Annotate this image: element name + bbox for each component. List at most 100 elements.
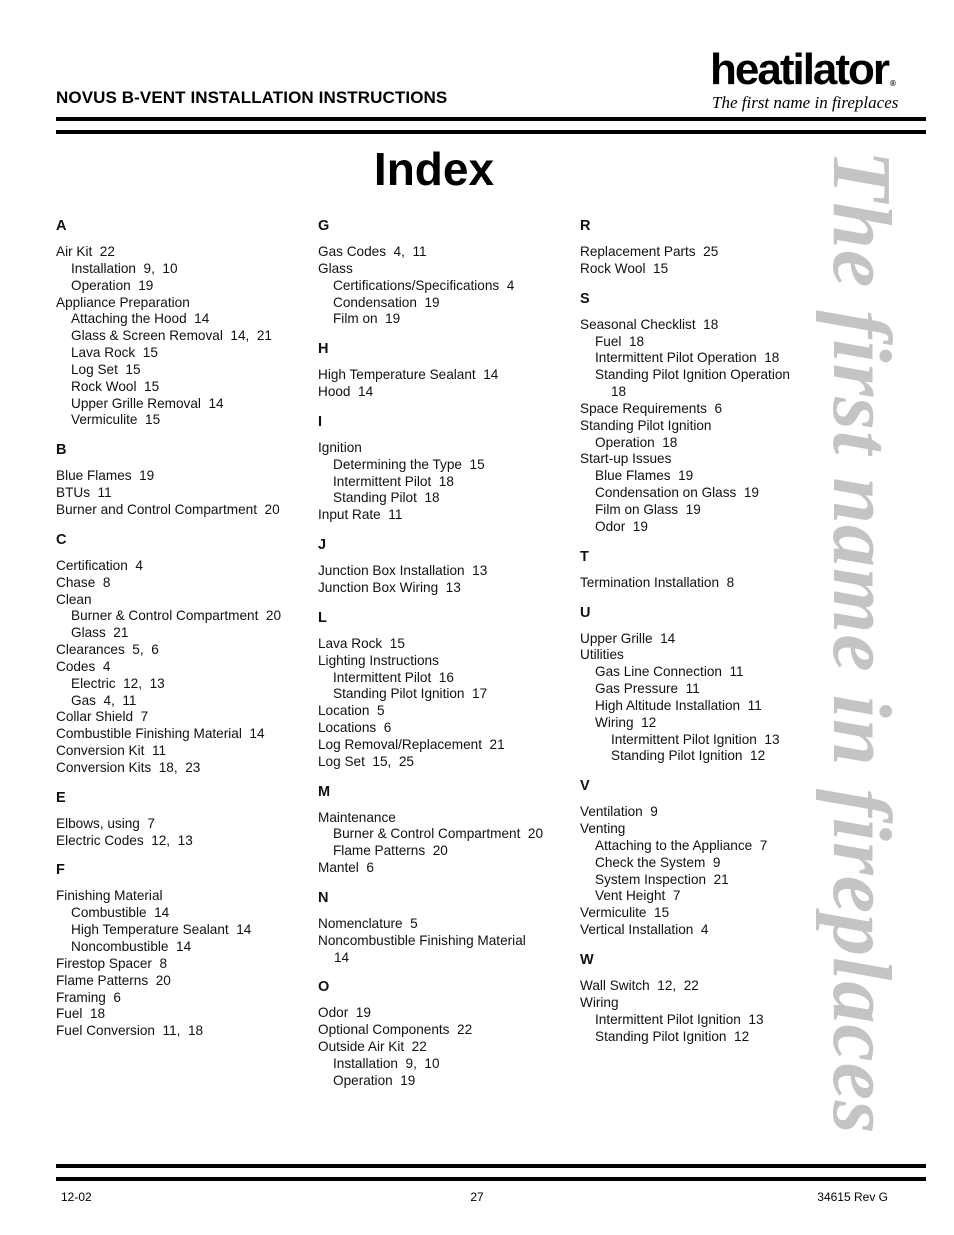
section-letter: R: [580, 218, 591, 234]
entry-text: Locations 6: [318, 720, 392, 736]
entry-text: Input Rate 11: [318, 507, 403, 523]
index-section-i: I Ignition Determining the Type 15 Intermit…: [318, 412, 573, 524]
entry-text: Intermittent Pilot 18: [333, 473, 454, 489]
index-subentry: High Altitude Installation 11: [580, 698, 800, 715]
entry-text: Replacement Parts 25: [580, 244, 719, 259]
entry-text: Determining the Type 15: [333, 456, 485, 472]
index-subentry: Operation 18: [580, 435, 800, 452]
doc-title: NOVUS B-VENT INSTALLATION INSTRUCTIONS: [56, 88, 448, 107]
entry-text: Wiring 12: [595, 714, 657, 730]
entry-text: Collar Shield 7: [56, 709, 149, 725]
entry-text: Log Removal/Replacement 21: [318, 736, 505, 752]
entry-text: Standing Pilot Ignition 12: [611, 748, 766, 764]
entry-text: Film on 19: [333, 311, 401, 327]
entry-text: Lava Rock 15: [71, 345, 158, 361]
index-entry: Wiring: [580, 995, 800, 1012]
registered-mark: ®: [890, 79, 896, 88]
entry-text: Gas Line Connection 11: [595, 664, 744, 680]
index-entry: Burner and Control Compartment 20: [56, 502, 311, 519]
index-section-g: G Gas Codes 4, 11 Glass Certifications/Spec…: [318, 216, 573, 328]
index-column-3: R Replacement Parts 25 Rock Wool 15 S Season…: [580, 216, 800, 1056]
entry-text: Intermittent Pilot Ignition 13: [595, 1011, 764, 1027]
index-section-s: S Seasonal Checklist 18 Fuel 18 Intermitten…: [580, 289, 800, 536]
index-entry: Fuel Conversion 11, 18: [56, 1023, 311, 1040]
index-subentry: Combustible 14: [56, 905, 311, 922]
index-subentry: Installation 9, 10: [318, 1056, 573, 1073]
entry-text: Log Set 15: [71, 361, 141, 377]
entry-text: Blue Flames 19: [595, 468, 694, 484]
entry-text: Upper Grille 14: [580, 630, 676, 646]
index-subentry: Intermittent Pilot Ignition 13: [580, 1012, 800, 1029]
entry-text: Air Kit 22: [56, 244, 115, 259]
index-section-j: J Junction Box Installation 13 Junction Bo…: [318, 535, 573, 597]
index-entry: Conversion Kit 11: [56, 743, 311, 760]
entry-text: Certifications/Specifications 4: [333, 277, 515, 293]
index-subentry: Fuel 18: [580, 334, 800, 351]
index-entry: Maintenance: [318, 810, 573, 827]
index-subentry: High Temperature Sealant 14: [56, 922, 311, 939]
index-entry: Certification 4: [56, 558, 311, 575]
index-section-c: C Certification 4 Chase 8 Clean Burner & Con…: [56, 530, 311, 777]
index-entry: Flame Patterns 20: [56, 973, 311, 990]
entry-text: Combustible 14: [71, 905, 170, 921]
index-entry: Conversion Kits 18, 23: [56, 760, 311, 777]
index-subentry: Attaching to the Appliance 7: [580, 838, 800, 855]
section-letter: H: [318, 341, 329, 358]
entry-text: Glass: [318, 260, 353, 276]
entry-text: High Altitude Installation 11: [595, 697, 762, 713]
entry-text: Utilities: [580, 647, 624, 663]
entry-text: Certification 4: [56, 557, 143, 573]
index-entry: Vertical Installation 4: [580, 922, 800, 939]
index-entry: Log Set 15, 25: [318, 754, 573, 771]
section-letter: B: [56, 442, 67, 459]
index-entry: Elbows, using 7: [56, 816, 311, 833]
entry-text: Conversion Kit 11: [56, 743, 167, 759]
index-entry: Location 5: [318, 703, 573, 720]
entry-text: Junction Box Wiring 13: [318, 579, 461, 595]
index-subentry: Intermittent Pilot Operation 18: [580, 350, 800, 367]
index-entry: Ignition: [318, 440, 573, 457]
section-letter: E: [56, 789, 66, 806]
index-subentry: Determining the Type 15: [318, 457, 573, 474]
index-subentry: Operation 19: [318, 1073, 573, 1090]
index-entry: Clearances 5, 6: [56, 642, 311, 659]
index-entry: Blue Flames 19: [56, 468, 311, 485]
footer-rule-top: [56, 1164, 926, 1168]
index-entry: Locations 6: [318, 720, 573, 737]
index-subentry: Flame Patterns 20: [318, 843, 573, 860]
index-subentry: Certifications/Specifications 4: [318, 278, 573, 295]
index-entry: Seasonal Checklist 18: [580, 317, 800, 334]
index-section-b: B Blue Flames 19 BTUs 11 Burner and Control…: [56, 440, 311, 519]
index-entry: Termination Installation 8: [580, 575, 800, 592]
index-subentry: Odor 19: [580, 519, 800, 536]
entry-text: Codes 4: [56, 658, 111, 674]
entry-text: Junction Box Installation 13: [318, 563, 488, 579]
entry-page-continuation: 18: [611, 384, 627, 400]
index-entry: Utilities: [580, 647, 800, 664]
index-entry: Start-up Issues: [580, 451, 800, 468]
entry-text: Operation 18: [595, 434, 678, 450]
entry-text: Log Set 15, 25: [318, 753, 414, 769]
header-rule-bottom: [56, 130, 926, 134]
index-subentry: Standing Pilot Ignition 12: [580, 748, 800, 765]
entry-text: Fuel 18: [595, 333, 645, 349]
index-entry: Replacement Parts 25: [580, 244, 800, 261]
index-entry: Collar Shield 7: [56, 709, 311, 726]
entry-text: Intermittent Pilot 16: [333, 669, 454, 685]
index-entry: Air Kit 22: [56, 244, 311, 261]
entry-text: Vermiculite 15: [71, 412, 161, 428]
entry-text: Noncombustible Finishing Material: [318, 932, 526, 948]
entry-text: Rock Wool 15: [580, 260, 669, 276]
entry-text: High Temperature Sealant 14: [318, 367, 499, 383]
index-subentry: Check the System 9: [580, 855, 800, 872]
index-entry: Framing 6: [56, 990, 311, 1007]
entry-text: Rock Wool 15: [71, 378, 160, 394]
entry-text: Fuel Conversion 11, 18: [56, 1023, 204, 1039]
index-entry: Finishing Material: [56, 888, 311, 905]
index-entry: Outside Air Kit 22: [318, 1039, 573, 1056]
index-subentry: Intermittent Pilot 18: [318, 474, 573, 491]
entry-text: Burner & Control Compartment 20: [333, 826, 544, 842]
index-subentry: Lava Rock 15: [56, 345, 311, 362]
index-entry: Clean: [56, 592, 311, 609]
entry-text: Wiring: [580, 994, 619, 1010]
